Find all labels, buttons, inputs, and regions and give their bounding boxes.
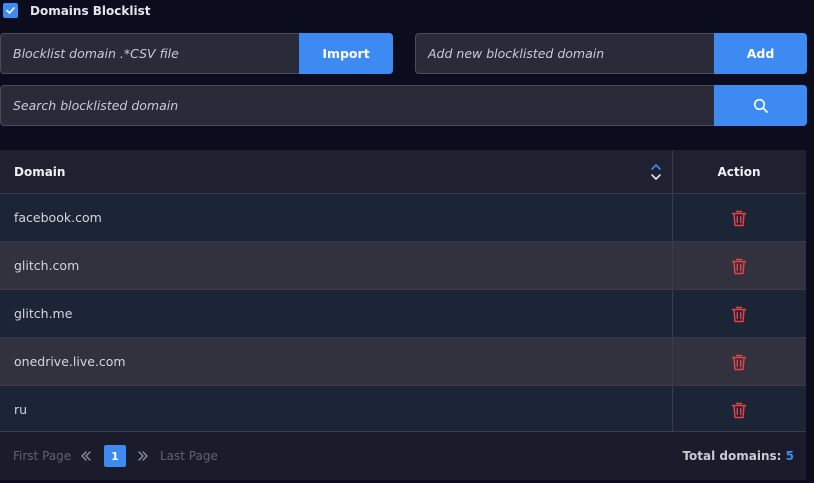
check-icon (6, 7, 15, 14)
domains-blocklist-checkbox[interactable] (3, 3, 18, 18)
table-row: facebook.com (0, 194, 806, 242)
domain-cell: ru (14, 402, 28, 417)
search-icon (753, 98, 768, 113)
column-header-domain: Domain (14, 165, 66, 179)
import-file-placeholder: Blocklist domain .*CSV file (13, 46, 179, 61)
trash-icon[interactable] (731, 257, 747, 275)
table-header: Domain Action (0, 150, 806, 194)
domain-cell: glitch.com (14, 258, 80, 273)
add-button[interactable]: Add (714, 33, 807, 74)
search-domain-input[interactable]: Search blocklisted domain (0, 85, 807, 126)
table-row: onedrive.live.com (0, 338, 806, 386)
double-chevron-right-icon[interactable] (136, 449, 150, 463)
trash-icon[interactable] (731, 209, 747, 227)
current-page-button[interactable]: 1 (104, 445, 126, 467)
total-domains-count: 5 (785, 449, 794, 463)
total-domains: Total domains: 5 (682, 432, 794, 480)
pagination-bar: First Page 1 Last Page Total domains: 5 (0, 432, 806, 480)
add-domain-placeholder: Add new blocklisted domain (428, 46, 605, 61)
trash-icon[interactable] (731, 353, 747, 371)
domains-table: Domain Action facebook.com glitch.com gl… (0, 150, 806, 480)
trash-icon[interactable] (731, 401, 747, 419)
domain-cell: onedrive.live.com (14, 354, 126, 369)
last-page-link[interactable]: Last Page (160, 432, 218, 480)
column-header-action: Action (717, 165, 761, 179)
table-row: glitch.me (0, 290, 806, 338)
column-divider (672, 150, 673, 432)
double-chevron-left-icon[interactable] (79, 449, 93, 463)
first-page-link[interactable]: First Page (13, 432, 71, 480)
section-title: Domains Blocklist (30, 4, 151, 18)
import-button[interactable]: Import (299, 33, 393, 74)
domain-cell: glitch.me (14, 306, 73, 321)
table-row: ru (0, 386, 806, 432)
trash-icon[interactable] (731, 305, 747, 323)
search-button[interactable] (714, 85, 807, 126)
sort-icon[interactable] (649, 163, 663, 181)
domain-cell: facebook.com (14, 210, 102, 225)
search-domain-placeholder: Search blocklisted domain (13, 98, 179, 113)
total-domains-label: Total domains: (682, 449, 782, 463)
table-row: glitch.com (0, 242, 806, 290)
